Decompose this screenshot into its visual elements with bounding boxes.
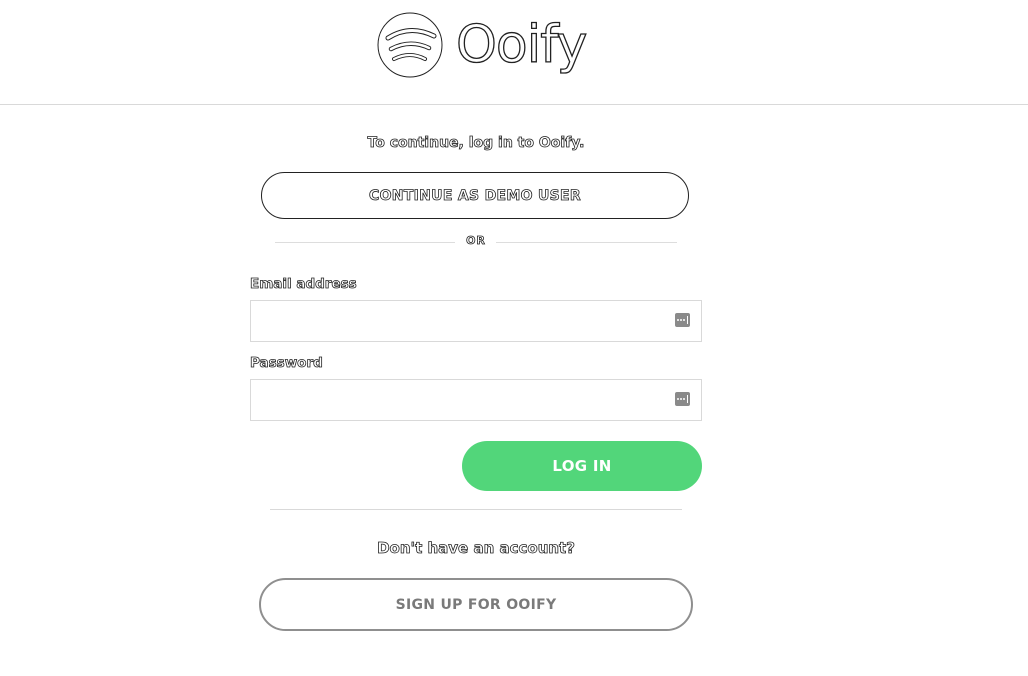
brand-name: Ooify [455, 14, 588, 75]
password-label: Password [250, 355, 324, 372]
login-button[interactable]: LOG IN [462, 441, 702, 491]
or-label: OR [466, 234, 486, 248]
or-divider-right [496, 242, 677, 243]
ooify-logo-icon[interactable] [376, 12, 444, 78]
password-manager-icon[interactable] [675, 313, 690, 327]
signup-button[interactable]: SIGN UP FOR OOIFY [259, 578, 693, 631]
password-field[interactable] [251, 380, 661, 420]
or-divider-left [275, 242, 455, 243]
login-prompt: To continue, log in to Ooify. [367, 135, 585, 152]
page-header: Ooify [0, 0, 1028, 105]
signup-prompt: Don't have an account? [377, 539, 576, 558]
email-label: Email address [250, 276, 357, 293]
password-field-container [250, 379, 702, 421]
password-manager-icon[interactable] [675, 392, 690, 406]
email-field[interactable] [251, 301, 661, 341]
section-divider [270, 509, 682, 510]
demo-user-button[interactable]: CONTINUE AS DEMO USER [261, 172, 689, 219]
email-field-container [250, 300, 702, 342]
